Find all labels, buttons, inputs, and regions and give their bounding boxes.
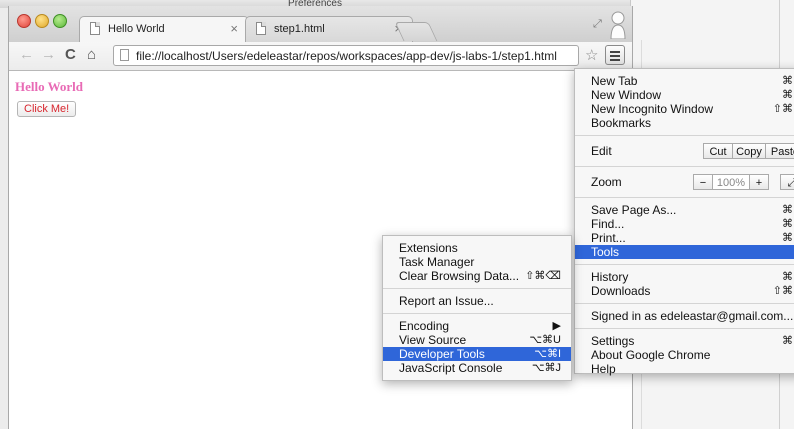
- zoom-window-button[interactable]: [53, 14, 67, 28]
- page-icon: [256, 22, 266, 35]
- menu-separator: [383, 313, 571, 314]
- page-icon: [120, 49, 129, 61]
- fullscreen-button[interactable]: ⤢: [780, 174, 794, 190]
- tab-step1[interactable]: step1.html ×: [245, 16, 413, 42]
- menu-item-clear-browsing-data[interactable]: Clear Browsing Data... ⇧⌘⌫: [383, 269, 571, 283]
- menu-separator: [383, 288, 571, 289]
- menu-item-settings[interactable]: Settings ⌘: [575, 334, 794, 348]
- menu-item-view-source[interactable]: View Source ⌥⌘U: [383, 333, 571, 347]
- tab-strip: Hello World × step1.html × ⤢: [9, 6, 632, 42]
- menu-item-developer-tools[interactable]: Developer Tools ⌥⌘I: [383, 347, 571, 361]
- fullscreen-icon[interactable]: ⤢: [593, 18, 602, 31]
- menu-item-new-tab[interactable]: New Tab ⌘: [575, 74, 794, 88]
- menu-item-downloads[interactable]: Downloads ⇧⌘: [575, 284, 794, 298]
- tab-title: step1.html: [274, 23, 325, 35]
- menu-item-task-manager[interactable]: Task Manager: [383, 255, 571, 269]
- menu-separator: [575, 303, 794, 304]
- profile-icon[interactable]: [609, 9, 627, 39]
- tab-title: Hello World: [108, 23, 165, 35]
- menu-item-signed-in[interactable]: Signed in as edeleastar@gmail.com...: [575, 309, 794, 323]
- menu-item-save-page-as[interactable]: Save Page As... ⌘: [575, 203, 794, 217]
- menu-row-edit: Edit Cut Copy Paste: [575, 141, 794, 161]
- menu-item-history[interactable]: History ⌘: [575, 270, 794, 284]
- copy-button[interactable]: Copy: [732, 143, 766, 159]
- home-button[interactable]: ⌂: [87, 46, 96, 63]
- menu-row-zoom: Zoom − 100% + ⤢: [575, 172, 794, 192]
- chrome-menu-button[interactable]: [605, 45, 625, 65]
- menu-separator: [575, 328, 794, 329]
- back-button[interactable]: ←: [19, 46, 34, 63]
- bookmark-star-icon[interactable]: ☆: [585, 46, 598, 64]
- menu-item-encoding[interactable]: Encoding ▶: [383, 319, 571, 333]
- zoom-out-button[interactable]: −: [693, 174, 713, 190]
- close-tab-icon[interactable]: ×: [230, 21, 238, 36]
- submenu-arrow-icon: ▶: [552, 320, 561, 332]
- menu-item-report-issue[interactable]: Report an Issue...: [383, 294, 571, 308]
- menu-item-about-chrome[interactable]: About Google Chrome: [575, 348, 794, 362]
- paste-button[interactable]: Paste: [765, 143, 794, 159]
- menu-separator: [575, 264, 794, 265]
- page-heading: Hello World: [15, 79, 84, 94]
- menu-separator: [575, 166, 794, 167]
- menu-item-new-window[interactable]: New Window ⌘: [575, 88, 794, 102]
- forward-button[interactable]: →: [41, 46, 56, 63]
- cut-button[interactable]: Cut: [703, 143, 733, 159]
- menu-item-find[interactable]: Find... ⌘: [575, 217, 794, 231]
- zoom-label: Zoom: [591, 175, 622, 189]
- toolbar: ← → C ⌂ file://localhost/Users/edeleasta…: [9, 42, 632, 71]
- reload-button[interactable]: C: [65, 46, 76, 63]
- click-me-button[interactable]: Click Me!: [17, 101, 77, 117]
- url-text: file://localhost/Users/edeleastar/repos/…: [136, 49, 557, 63]
- menu-item-help[interactable]: Help: [575, 362, 794, 376]
- close-window-button[interactable]: [17, 14, 31, 28]
- page-icon: [90, 22, 100, 35]
- edit-label: Edit: [591, 144, 612, 158]
- menu-item-extensions[interactable]: Extensions: [383, 241, 571, 255]
- menu-separator: [575, 135, 794, 136]
- minimize-window-button[interactable]: [35, 14, 49, 28]
- menu-item-new-incognito-window[interactable]: New Incognito Window ⇧⌘: [575, 102, 794, 116]
- menu-item-bookmarks[interactable]: Bookmarks: [575, 116, 794, 130]
- zoom-in-button[interactable]: +: [749, 174, 769, 190]
- address-bar[interactable]: file://localhost/Users/edeleastar/repos/…: [113, 45, 579, 66]
- zoom-level: 100%: [712, 174, 750, 190]
- tools-submenu: Extensions Task Manager Clear Browsing D…: [382, 235, 572, 381]
- menu-item-javascript-console[interactable]: JavaScript Console ⌥⌘J: [383, 361, 571, 375]
- chrome-main-menu: New Tab ⌘ New Window ⌘ New Incognito Windo…: [574, 68, 794, 376]
- menu-item-print[interactable]: Print... ⌘: [575, 231, 794, 245]
- menu-separator: [575, 197, 794, 198]
- tab-hello-world[interactable]: Hello World ×: [79, 16, 249, 42]
- menu-item-tools[interactable]: Tools: [575, 245, 794, 259]
